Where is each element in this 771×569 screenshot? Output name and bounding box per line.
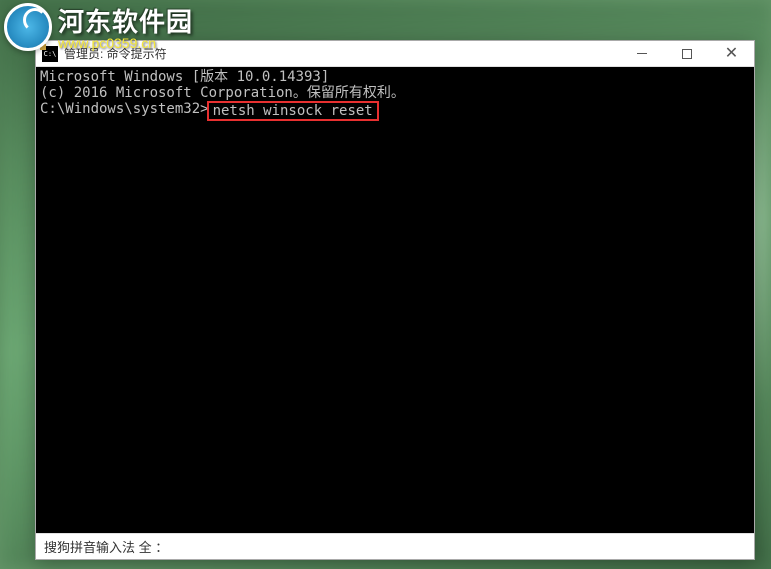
console-prompt-line: C:\Windows\system32>netsh winsock reset: [40, 101, 750, 121]
console-line: Microsoft Windows [版本 10.0.14393]: [40, 69, 750, 85]
watermark: 河东软件园 www.pc0359.cn: [0, 0, 197, 53]
window-controls: ✕: [619, 41, 754, 66]
ime-status-text: 搜狗拼音输入法 全 ：: [44, 537, 168, 556]
watermark-title: 河东软件园: [58, 2, 193, 39]
close-button[interactable]: ✕: [709, 41, 754, 66]
command-prompt-window: 管理员: 命令提示符 ✕ Microsoft Windows [版本 10.0.…: [35, 40, 755, 560]
highlighted-command: netsh winsock reset: [207, 101, 379, 121]
watermark-logo-icon: [4, 3, 52, 51]
ime-statusbar: 搜狗拼音输入法 全 ：: [36, 533, 754, 559]
minimize-icon: [637, 53, 647, 54]
console-prompt: C:\Windows\system32>: [40, 101, 209, 121]
console-line: (c) 2016 Microsoft Corporation。保留所有权利。: [40, 85, 750, 101]
console-area[interactable]: Microsoft Windows [版本 10.0.14393] (c) 20…: [36, 67, 754, 533]
maximize-icon: [682, 49, 692, 59]
minimize-button[interactable]: [619, 41, 664, 66]
close-icon: ✕: [725, 46, 738, 62]
maximize-button[interactable]: [664, 41, 709, 66]
